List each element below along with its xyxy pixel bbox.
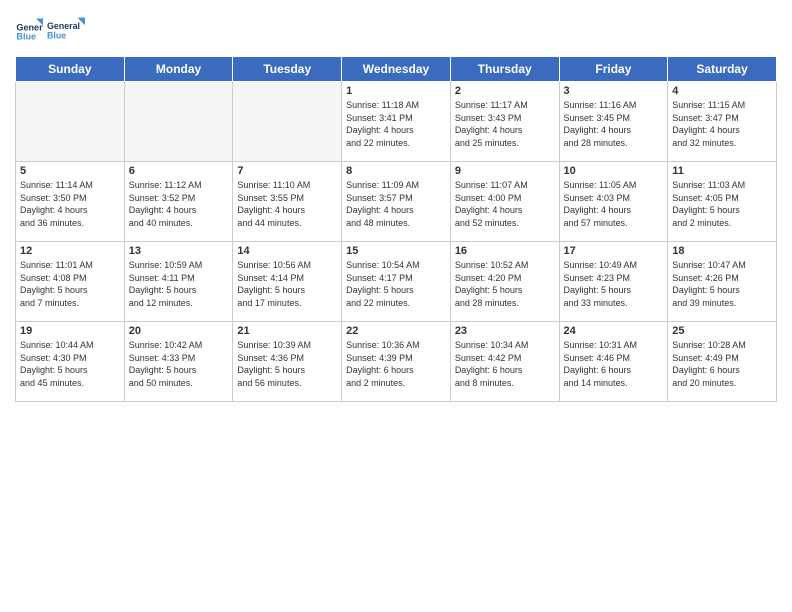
logo-bird-icon: General Blue [47, 10, 85, 48]
day-number: 2 [455, 85, 555, 97]
week-row-4: 19 Sunrise: 10:44 AM Sunset: 4:30 PM Dayl… [16, 322, 777, 402]
day-number: 6 [129, 165, 229, 177]
calendar-cell: 23 Sunrise: 10:34 AM Sunset: 4:42 PM Dayl… [450, 322, 559, 402]
day-number: 11 [672, 165, 772, 177]
page-header: General Blue General Blue [15, 10, 777, 48]
week-row-3: 12 Sunrise: 11:01 AM Sunset: 4:08 PM Dayl… [16, 242, 777, 322]
weekday-header-monday: Monday [124, 57, 233, 82]
day-number: 16 [455, 245, 555, 257]
day-number: 24 [564, 325, 664, 337]
calendar-cell: 19 Sunrise: 10:44 AM Sunset: 4:30 PM Dayl… [16, 322, 125, 402]
day-info: Sunrise: 10:52 AM Sunset: 4:20 PM Daylig… [455, 259, 555, 309]
day-number: 22 [346, 325, 446, 337]
svg-text:General: General [47, 21, 80, 31]
calendar-cell: 11 Sunrise: 11:03 AM Sunset: 4:05 PM Dayl… [668, 162, 777, 242]
day-number: 17 [564, 245, 664, 257]
day-info: Sunrise: 11:07 AM Sunset: 4:00 PM Daylig… [455, 179, 555, 229]
calendar-cell: 14 Sunrise: 10:56 AM Sunset: 4:14 PM Dayl… [233, 242, 342, 322]
day-number: 1 [346, 85, 446, 97]
day-number: 9 [455, 165, 555, 177]
day-number: 10 [564, 165, 664, 177]
calendar-cell: 10 Sunrise: 11:05 AM Sunset: 4:03 PM Dayl… [559, 162, 668, 242]
day-number: 25 [672, 325, 772, 337]
calendar-cell: 20 Sunrise: 10:42 AM Sunset: 4:33 PM Dayl… [124, 322, 233, 402]
calendar-table: SundayMondayTuesdayWednesdayThursdayFrid… [15, 56, 777, 402]
weekday-header-row: SundayMondayTuesdayWednesdayThursdayFrid… [16, 57, 777, 82]
day-info: Sunrise: 10:47 AM Sunset: 4:26 PM Daylig… [672, 259, 772, 309]
day-number: 8 [346, 165, 446, 177]
weekday-header-friday: Friday [559, 57, 668, 82]
day-info: Sunrise: 11:18 AM Sunset: 3:41 PM Daylig… [346, 99, 446, 149]
day-number: 5 [20, 165, 120, 177]
weekday-header-sunday: Sunday [16, 57, 125, 82]
day-info: Sunrise: 10:34 AM Sunset: 4:42 PM Daylig… [455, 339, 555, 389]
calendar-cell: 25 Sunrise: 10:28 AM Sunset: 4:49 PM Dayl… [668, 322, 777, 402]
day-number: 18 [672, 245, 772, 257]
calendar-cell: 13 Sunrise: 10:59 AM Sunset: 4:11 PM Dayl… [124, 242, 233, 322]
calendar-cell: 24 Sunrise: 10:31 AM Sunset: 4:46 PM Dayl… [559, 322, 668, 402]
day-info: Sunrise: 11:05 AM Sunset: 4:03 PM Daylig… [564, 179, 664, 229]
day-info: Sunrise: 10:28 AM Sunset: 4:49 PM Daylig… [672, 339, 772, 389]
calendar-cell: 1 Sunrise: 11:18 AM Sunset: 3:41 PM Dayli… [342, 82, 451, 162]
day-info: Sunrise: 11:15 AM Sunset: 3:47 PM Daylig… [672, 99, 772, 149]
day-number: 19 [20, 325, 120, 337]
calendar-cell: 7 Sunrise: 11:10 AM Sunset: 3:55 PM Dayli… [233, 162, 342, 242]
day-number: 4 [672, 85, 772, 97]
day-info: Sunrise: 11:03 AM Sunset: 4:05 PM Daylig… [672, 179, 772, 229]
weekday-header-wednesday: Wednesday [342, 57, 451, 82]
calendar-cell [233, 82, 342, 162]
day-info: Sunrise: 10:59 AM Sunset: 4:11 PM Daylig… [129, 259, 229, 309]
logo: General Blue General Blue [15, 10, 85, 48]
calendar-cell [16, 82, 125, 162]
day-info: Sunrise: 10:42 AM Sunset: 4:33 PM Daylig… [129, 339, 229, 389]
day-number: 20 [129, 325, 229, 337]
svg-text:Blue: Blue [16, 32, 36, 42]
calendar-cell: 4 Sunrise: 11:15 AM Sunset: 3:47 PM Dayli… [668, 82, 777, 162]
day-info: Sunrise: 11:14 AM Sunset: 3:50 PM Daylig… [20, 179, 120, 229]
day-number: 7 [237, 165, 337, 177]
weekday-header-saturday: Saturday [668, 57, 777, 82]
calendar-cell: 22 Sunrise: 10:36 AM Sunset: 4:39 PM Dayl… [342, 322, 451, 402]
day-info: Sunrise: 10:36 AM Sunset: 4:39 PM Daylig… [346, 339, 446, 389]
logo-icon: General Blue [15, 15, 43, 43]
calendar-cell: 16 Sunrise: 10:52 AM Sunset: 4:20 PM Dayl… [450, 242, 559, 322]
svg-text:Blue: Blue [47, 31, 66, 41]
day-info: Sunrise: 11:12 AM Sunset: 3:52 PM Daylig… [129, 179, 229, 229]
week-row-1: 1 Sunrise: 11:18 AM Sunset: 3:41 PM Dayli… [16, 82, 777, 162]
calendar-cell: 9 Sunrise: 11:07 AM Sunset: 4:00 PM Dayli… [450, 162, 559, 242]
calendar-cell: 12 Sunrise: 11:01 AM Sunset: 4:08 PM Dayl… [16, 242, 125, 322]
day-info: Sunrise: 10:44 AM Sunset: 4:30 PM Daylig… [20, 339, 120, 389]
day-number: 12 [20, 245, 120, 257]
day-number: 21 [237, 325, 337, 337]
day-info: Sunrise: 11:17 AM Sunset: 3:43 PM Daylig… [455, 99, 555, 149]
day-info: Sunrise: 10:49 AM Sunset: 4:23 PM Daylig… [564, 259, 664, 309]
calendar-cell [124, 82, 233, 162]
calendar-cell: 15 Sunrise: 10:54 AM Sunset: 4:17 PM Dayl… [342, 242, 451, 322]
day-info: Sunrise: 10:39 AM Sunset: 4:36 PM Daylig… [237, 339, 337, 389]
day-info: Sunrise: 10:56 AM Sunset: 4:14 PM Daylig… [237, 259, 337, 309]
day-number: 23 [455, 325, 555, 337]
day-info: Sunrise: 10:54 AM Sunset: 4:17 PM Daylig… [346, 259, 446, 309]
day-number: 14 [237, 245, 337, 257]
page-container: General Blue General Blue Sunda [0, 0, 792, 412]
day-number: 13 [129, 245, 229, 257]
day-info: Sunrise: 11:01 AM Sunset: 4:08 PM Daylig… [20, 259, 120, 309]
day-info: Sunrise: 10:31 AM Sunset: 4:46 PM Daylig… [564, 339, 664, 389]
calendar-cell: 2 Sunrise: 11:17 AM Sunset: 3:43 PM Dayli… [450, 82, 559, 162]
day-number: 15 [346, 245, 446, 257]
calendar-cell: 5 Sunrise: 11:14 AM Sunset: 3:50 PM Dayli… [16, 162, 125, 242]
calendar-cell: 6 Sunrise: 11:12 AM Sunset: 3:52 PM Dayli… [124, 162, 233, 242]
calendar-cell: 17 Sunrise: 10:49 AM Sunset: 4:23 PM Dayl… [559, 242, 668, 322]
weekday-header-thursday: Thursday [450, 57, 559, 82]
calendar-cell: 3 Sunrise: 11:16 AM Sunset: 3:45 PM Dayli… [559, 82, 668, 162]
day-info: Sunrise: 11:16 AM Sunset: 3:45 PM Daylig… [564, 99, 664, 149]
day-number: 3 [564, 85, 664, 97]
calendar-cell: 18 Sunrise: 10:47 AM Sunset: 4:26 PM Dayl… [668, 242, 777, 322]
week-row-2: 5 Sunrise: 11:14 AM Sunset: 3:50 PM Dayli… [16, 162, 777, 242]
day-info: Sunrise: 11:10 AM Sunset: 3:55 PM Daylig… [237, 179, 337, 229]
day-info: Sunrise: 11:09 AM Sunset: 3:57 PM Daylig… [346, 179, 446, 229]
weekday-header-tuesday: Tuesday [233, 57, 342, 82]
calendar-cell: 8 Sunrise: 11:09 AM Sunset: 3:57 PM Dayli… [342, 162, 451, 242]
calendar-cell: 21 Sunrise: 10:39 AM Sunset: 4:36 PM Dayl… [233, 322, 342, 402]
